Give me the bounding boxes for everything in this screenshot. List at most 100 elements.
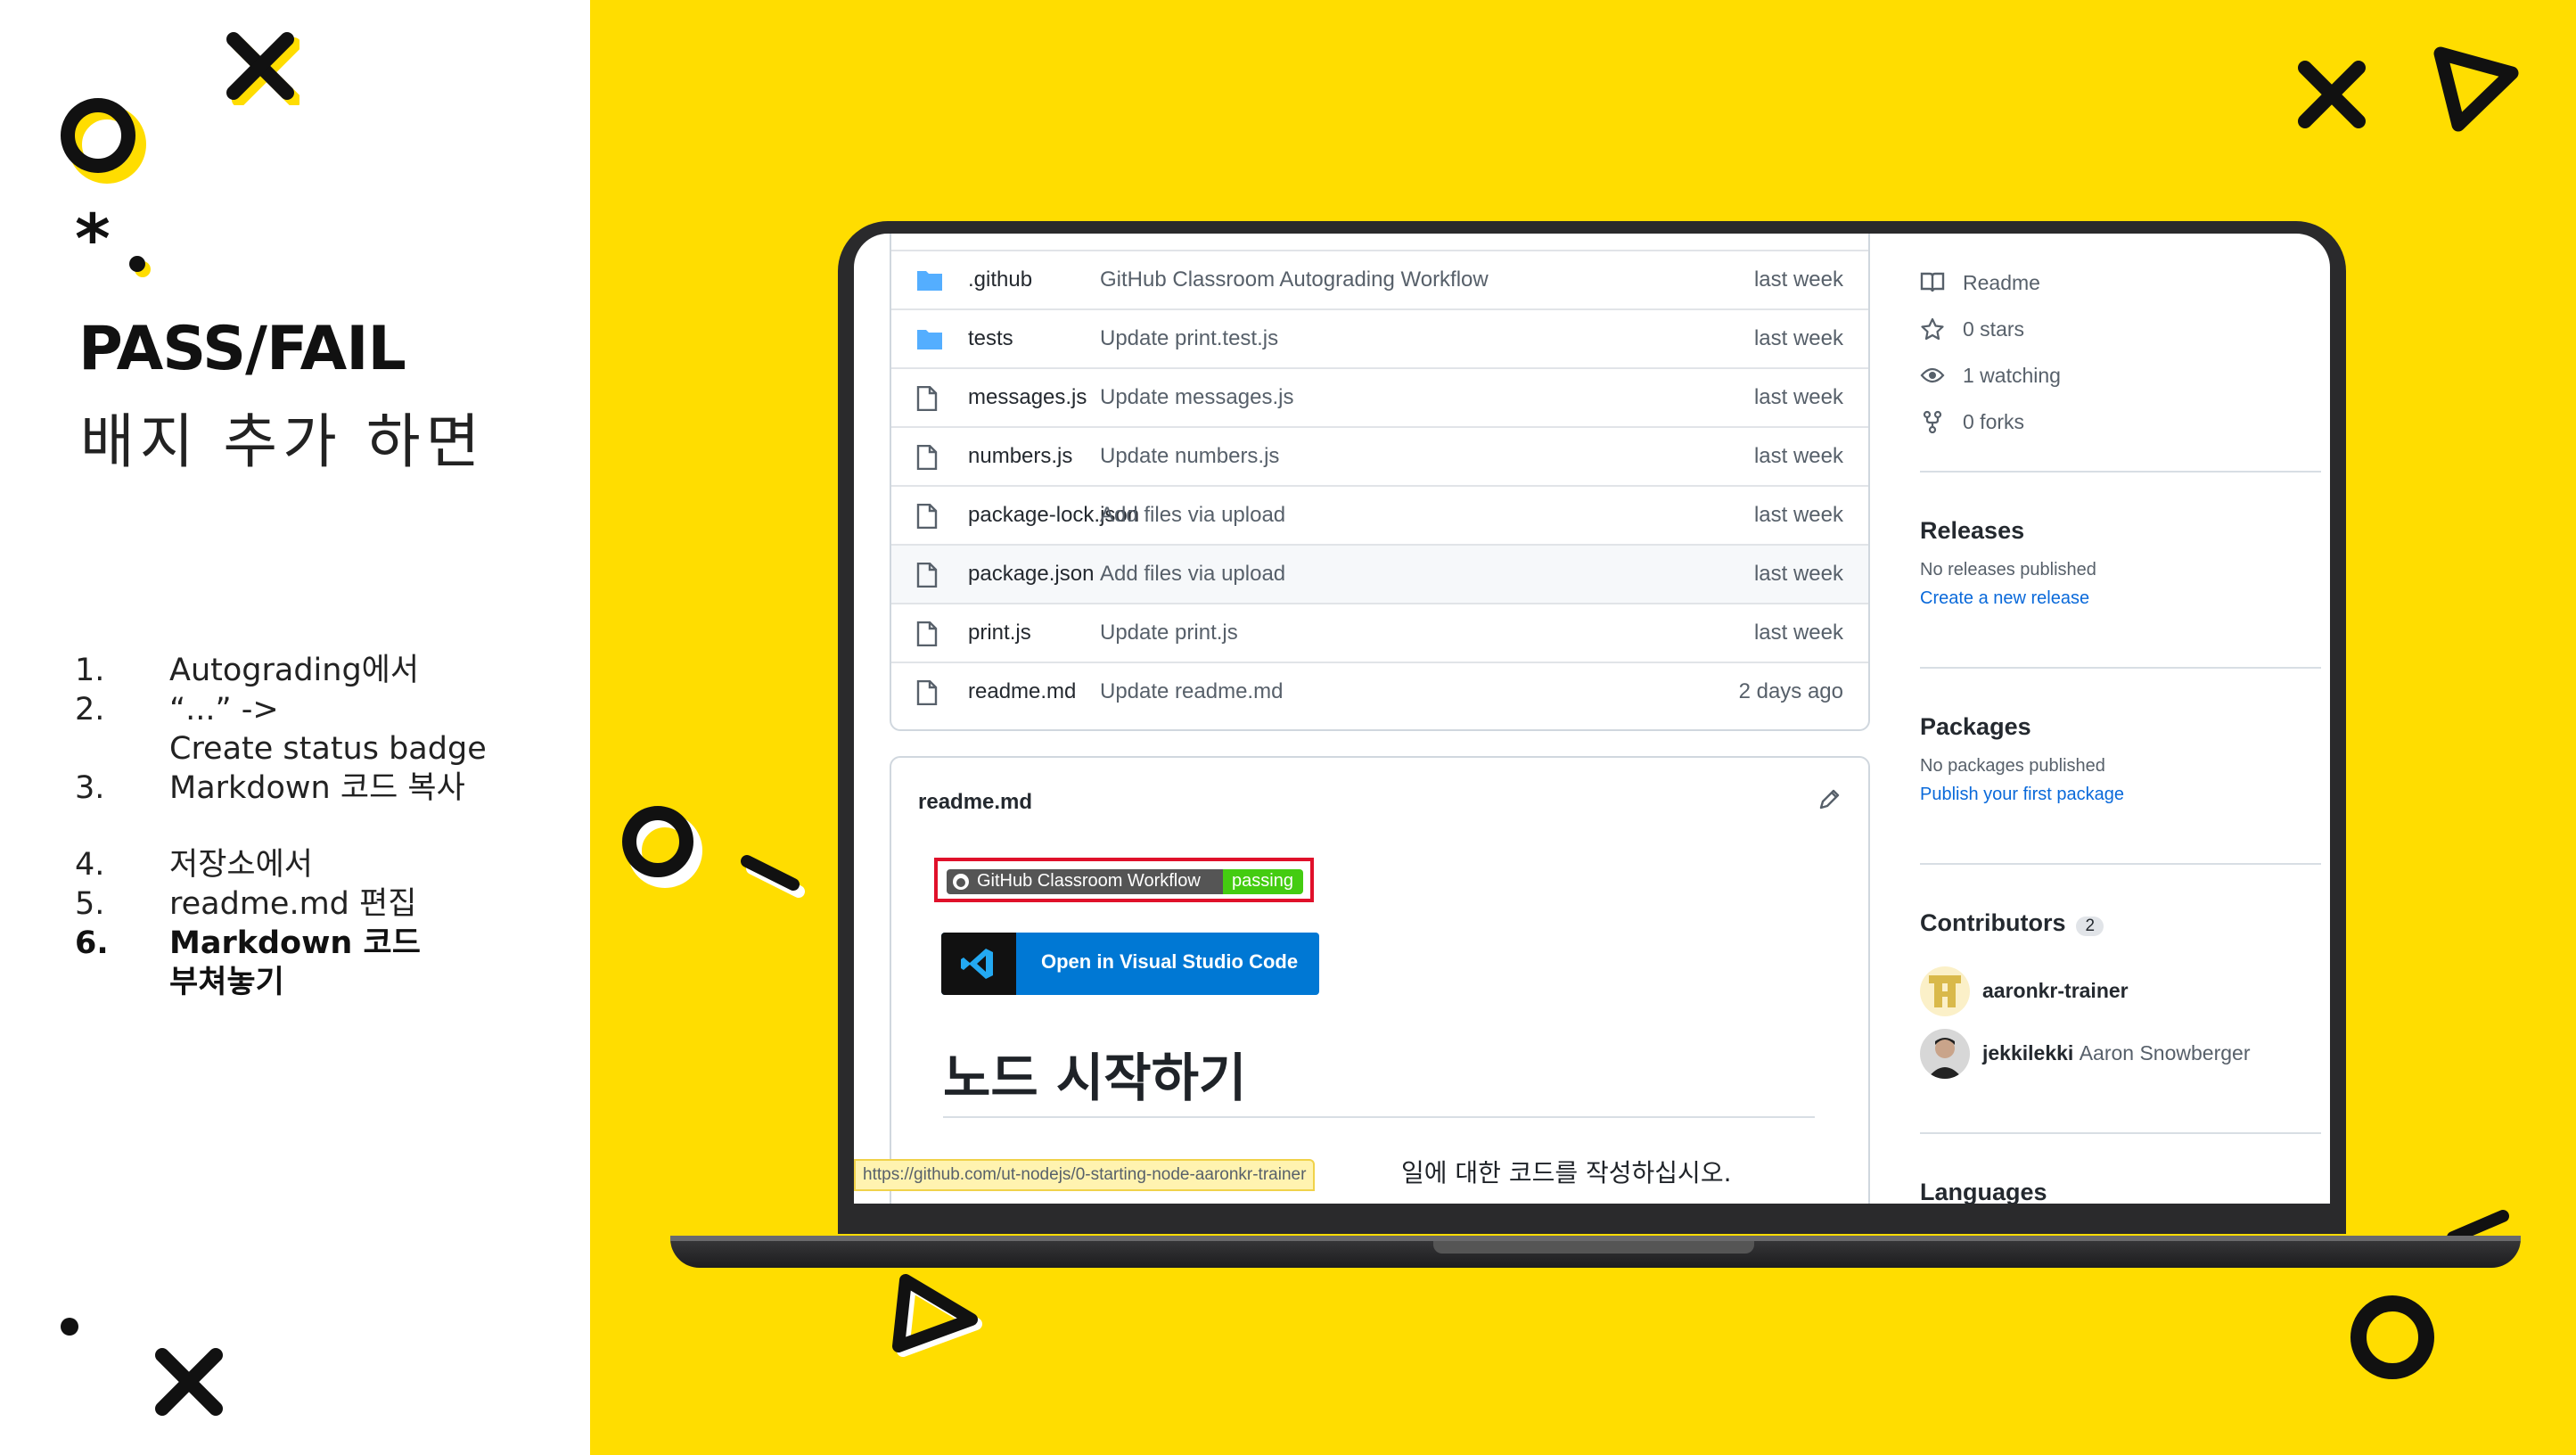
file-row[interactable]: readme.md Update readme.md 2 days ago [891, 662, 1868, 720]
file-row[interactable]: package.json Add files via upload last w… [891, 544, 1868, 603]
contributor-fullname: Aaron Snowberger [2079, 1041, 2251, 1065]
commit-time: last week [1753, 444, 1843, 468]
steps-list: 1. Autograding에서 2. “...” -> Create status… [75, 651, 574, 1002]
contributors-heading[interactable]: Contributors 2 [1920, 909, 2104, 937]
file-name[interactable]: messages.js [968, 385, 1087, 410]
open-vscode-button[interactable]: Open in Visual Studio Code [941, 933, 1319, 995]
step-item: 5. readme.md 편집 [75, 886, 417, 922]
commit-message[interactable]: Update print.js [1100, 621, 1238, 645]
releases-heading[interactable]: Releases [1920, 517, 2024, 545]
step-item: 4. 저장소에서 [75, 847, 314, 883]
x-shape-icon [226, 32, 299, 105]
person-photo-icon [1927, 1038, 1963, 1079]
file-name[interactable]: tests [968, 326, 1013, 351]
badge-status: passing [1232, 871, 1293, 891]
contributor-login[interactable]: aaronkr-trainer [1982, 979, 2129, 1003]
slide-title: PASS/FAIL [78, 314, 406, 384]
step-item: 3. Markdown 코드 복사 [75, 770, 465, 806]
readme-heading: 노드 시작하기 [943, 1048, 1247, 1108]
laptop-notch [1433, 1241, 1754, 1254]
commit-time: last week [1753, 326, 1843, 350]
contributor-login[interactable]: jekkilekki Aaron Snowberger [1982, 1041, 2251, 1065]
step-item-current: 6. Markdown 코드 [75, 925, 421, 961]
slide-left-panel: * PASS/FAIL 배지 추가 하면 1. Autograding에서 2. “… [0, 0, 590, 1455]
commit-message[interactable]: Add files via upload [1100, 562, 1285, 587]
x-shape-icon [2298, 61, 2366, 128]
file-icon [916, 445, 938, 470]
readme-title: readme.md [918, 790, 1033, 814]
asterisk-shape-icon: * [75, 207, 151, 278]
book-icon [1920, 272, 1945, 292]
eye-icon [1920, 367, 1945, 383]
step-item: 1. Autograding에서 [75, 653, 420, 688]
commit-time: last week [1753, 267, 1843, 292]
fork-icon [1923, 410, 1942, 433]
vscode-icon [961, 949, 993, 979]
circle-shape-icon [2350, 1295, 2434, 1379]
github-repo-screen: .github GitHub Classroom Autograding Wor… [854, 234, 2330, 1204]
file-row[interactable]: .github GitHub Classroom Autograding Wor… [891, 250, 1868, 308]
open-vscode-label: Open in Visual Studio Code [1041, 950, 1299, 973]
file-icon [916, 621, 938, 646]
commit-time: 2 days ago [1738, 679, 1843, 703]
circle-shape-icon [61, 98, 146, 184]
commit-message[interactable]: Update print.test.js [1100, 326, 1278, 351]
commit-message[interactable]: GitHub Classroom Autograding Workflow [1100, 267, 1489, 292]
commit-message[interactable]: Update numbers.js [1100, 444, 1279, 469]
step-item: 2. “...” -> [75, 692, 279, 728]
publish-package-link[interactable]: Publish your first package [1920, 785, 2124, 805]
contributors-count: 2 [2076, 917, 2104, 936]
file-icon [916, 504, 938, 529]
file-name[interactable]: numbers.js [968, 444, 1072, 469]
github-icon [953, 874, 969, 890]
dot-shape-icon [61, 1318, 78, 1336]
dash-shape-icon [741, 855, 805, 898]
commit-time: last week [1753, 562, 1843, 586]
commit-time: last week [1753, 621, 1843, 645]
file-row[interactable]: messages.js Update messages.js last week [891, 367, 1868, 426]
badge-highlight: GitHub Classroom Workflow passing [934, 858, 1314, 902]
step-item-continued: Create status badge [169, 731, 487, 767]
commit-message[interactable]: Update readme.md [1100, 679, 1283, 704]
file-row[interactable]: numbers.js Update numbers.js last week [891, 426, 1868, 485]
packages-heading[interactable]: Packages [1920, 713, 2031, 741]
status-bar-url: https://github.com/ut-nodejs/0-starting-… [854, 1159, 1316, 1191]
file-row[interactable]: package-lock.json Add files via upload l… [891, 485, 1868, 544]
triangle-shape-icon [892, 1274, 982, 1357]
slide-subtitle: 배지 추가 하면 [80, 407, 486, 476]
commit-message[interactable]: Add files via upload [1100, 503, 1285, 528]
readme-panel: readme.md GitHub Classroom Workflow pass… [890, 756, 1870, 1204]
file-icon [916, 680, 938, 705]
status-badge[interactable]: GitHub Classroom Workflow passing [947, 869, 1303, 894]
folder-icon [917, 330, 942, 349]
file-icon [916, 386, 938, 411]
step-item-continued: 부쳐놓기 [169, 965, 284, 1000]
pencil-icon[interactable] [1817, 788, 1842, 813]
folder-icon [917, 271, 942, 291]
x-shape-icon [155, 1348, 223, 1416]
file-name[interactable]: package.json [968, 562, 1094, 587]
readme-paragraph: 일에 대한 코드를 작성하십시오. [1401, 1158, 1732, 1188]
badge-label: GitHub Classroom Workflow [977, 871, 1201, 891]
file-name[interactable]: .github [968, 267, 1032, 292]
identicon-icon [1929, 975, 1961, 1007]
packages-empty: No packages published [1920, 756, 2105, 776]
file-list: .github GitHub Classroom Autograding Wor… [890, 234, 1870, 731]
languages-heading[interactable]: Languages [1920, 1179, 2047, 1204]
circle-shape-icon [622, 806, 702, 888]
commit-time: last week [1753, 503, 1843, 527]
triangle-shape-icon [2433, 46, 2519, 132]
create-release-link[interactable]: Create a new release [1920, 588, 2089, 609]
file-name[interactable]: print.js [968, 621, 1031, 645]
avatar[interactable] [1920, 1029, 1970, 1079]
avatar[interactable] [1920, 966, 1970, 1016]
commit-message[interactable]: Update messages.js [1100, 385, 1293, 410]
file-name[interactable]: readme.md [968, 679, 1076, 704]
repo-sidebar: Readme 0 stars 1 watching 0 forks Releas… [1920, 234, 2321, 1204]
file-icon [916, 563, 938, 588]
releases-empty: No releases published [1920, 560, 2096, 580]
star-icon [1921, 317, 1944, 341]
file-row[interactable]: print.js Update print.js last week [891, 603, 1868, 662]
commit-time: last week [1753, 385, 1843, 409]
file-row[interactable]: tests Update print.test.js last week [891, 308, 1868, 367]
